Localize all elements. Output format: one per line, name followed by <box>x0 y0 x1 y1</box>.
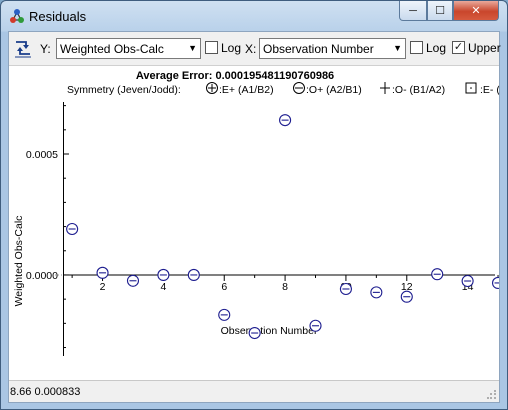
swap-axes-icon[interactable] <box>12 36 34 60</box>
y-axis-label: Y: <box>40 42 51 56</box>
data-point <box>218 308 231 321</box>
legend-prefix: Symmetry (Jeven/Jodd): <box>67 84 181 96</box>
x-axis-select-value: Observation Number <box>263 42 374 56</box>
status-bar: 8.66 0.000833 <box>9 380 499 402</box>
maximize-button[interactable]: ☐ <box>427 1 453 21</box>
title-bar[interactable]: Residuals ─ ☐ ✕ <box>1 1 507 31</box>
residuals-plot[interactable]: Average Error: 0.000195481190760986 Symm… <box>9 65 499 380</box>
chevron-down-icon: ▼ <box>188 43 197 53</box>
molecule-icon <box>10 9 24 23</box>
data-point <box>370 286 383 299</box>
residuals-window: Residuals ─ ☐ ✕ Y: Weighted Obs-Calc ▼ L… <box>0 0 508 410</box>
average-error-header: Average Error: 0.000195481190760986 <box>136 70 334 82</box>
legend-label-o-minus: :O- (B1/A2) <box>392 84 445 96</box>
data-point <box>248 326 261 340</box>
x-tick-label: 6 <box>221 281 227 293</box>
maximize-icon: ☐ <box>435 5 445 17</box>
y-axis-title: Weighted Obs-Calc <box>13 216 25 307</box>
y-log-checkbox[interactable] <box>205 41 218 54</box>
minimize-button[interactable]: ─ <box>399 1 427 21</box>
data-point <box>491 276 499 289</box>
checkmark-icon: ✓ <box>453 41 464 53</box>
plot-axes: 0.00000.00052468101214 <box>26 102 499 356</box>
data-point <box>96 266 109 279</box>
x-log-checkbox[interactable] <box>410 41 423 54</box>
data-point <box>66 222 79 236</box>
cursor-readout: 8.66 0.000833 <box>10 386 81 398</box>
data-point <box>339 282 352 296</box>
axis-toolbar: Y: Weighted Obs-Calc ▼ Log X: Observatio… <box>9 32 501 65</box>
upper-label: Upper <box>468 41 501 55</box>
data-point <box>309 319 322 332</box>
y-tick-label: 0.0005 <box>26 149 58 161</box>
chevron-down-icon: ▼ <box>393 43 402 53</box>
data-point <box>157 268 170 282</box>
legend-circle-minus-icon <box>293 82 305 94</box>
close-button[interactable]: ✕ <box>453 1 499 21</box>
legend-square-dot-icon <box>465 82 477 94</box>
resize-grip-icon[interactable] <box>487 390 497 400</box>
data-point <box>279 114 292 127</box>
legend: Symmetry (Jeven/Jodd): :E+ (A1/B2) :O+ (… <box>67 82 499 96</box>
data-point <box>187 268 200 282</box>
legend-label-e-minus: :E- ( <box>480 84 499 96</box>
x-tick-label: 2 <box>100 281 106 293</box>
y-axis-select-value: Weighted Obs-Calc <box>60 42 164 56</box>
minimize-icon: ─ <box>409 4 417 17</box>
data-point <box>431 268 444 281</box>
x-axis-select[interactable]: Observation Number ▼ <box>259 38 406 59</box>
legend-plus-icon <box>380 82 390 94</box>
data-points <box>66 114 499 340</box>
x-tick-label: 8 <box>282 281 288 293</box>
upper-checkbox[interactable]: ✓ <box>452 41 465 54</box>
legend-label-o-plus: :O+ (A2/B1) <box>306 84 362 96</box>
x-axis-label: X: <box>245 42 257 56</box>
x-log-label: Log <box>426 41 447 55</box>
data-point <box>126 274 140 287</box>
x-axis-title: Observation Number <box>221 325 318 337</box>
close-icon: ✕ <box>471 5 481 17</box>
data-point <box>461 274 474 288</box>
residuals-plot-svg[interactable]: Average Error: 0.000195481190760986 Symm… <box>9 66 499 380</box>
legend-label-e-plus: :E+ (A1/B2) <box>219 84 274 96</box>
legend-circle-plus-icon <box>206 82 218 94</box>
window-title: Residuals <box>29 9 87 24</box>
client-area: Y: Weighted Obs-Calc ▼ Log X: Observatio… <box>8 31 501 403</box>
y-log-label: Log <box>221 41 242 55</box>
y-axis-select[interactable]: Weighted Obs-Calc ▼ <box>56 38 201 59</box>
y-tick-label: 0.0000 <box>26 270 58 282</box>
data-point <box>400 290 413 303</box>
x-tick-label: 4 <box>160 281 166 293</box>
